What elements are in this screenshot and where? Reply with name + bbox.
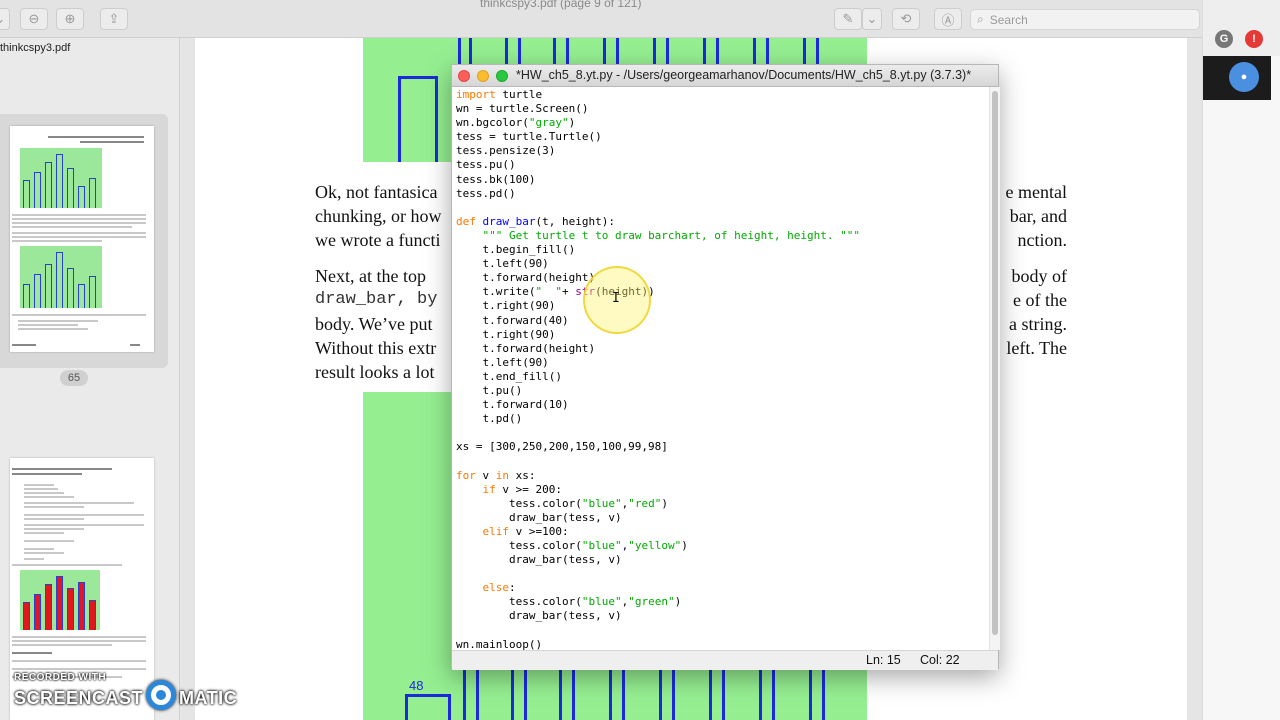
pdf-text-line: result looks a lot [315,362,435,382]
thumbnail-selected-frame[interactable] [0,114,168,368]
pdf-text-line: e mental [1005,182,1067,202]
zoom-in-icon: ⊕ [64,11,76,26]
annotate-button[interactable]: Ⓐ [934,8,962,30]
search-field[interactable]: ⌕ Search [970,9,1200,30]
mini-plot [20,246,102,308]
code-text[interactable]: import turtle wn = turtle.Screen() wn.bg… [456,88,860,650]
zoom-in-button[interactable]: ⊕ [56,8,84,30]
chevron-down-icon: ⌄ [866,11,878,26]
mini-heading [80,141,144,143]
zoom-button[interactable] [496,70,508,82]
minimize-button[interactable] [477,70,489,82]
pdf-text-line: body. We’ve put [315,314,433,334]
rotate-icon: ⟲ [900,11,912,26]
screencast-watermark: RECORDED WITH SCREENCAST MATIC [10,672,237,718]
thumbnail-page [10,126,154,352]
sidebar-toggle-button[interactable]: ⌄ [0,8,10,30]
pdf-text-line: Without this extr [315,338,437,358]
rotate-button[interactable]: ⟲ [892,8,920,30]
text-cursor-icon: I [612,291,620,306]
alert-icon[interactable]: ! [1245,30,1263,48]
document-title: thinkcspy3.pdf (page 9 of 121) [480,0,642,10]
screencast-logo-icon [146,680,177,711]
user-avatar-icon[interactable]: ● [1229,62,1259,92]
pdf-text-line: Next, at the top [315,266,426,286]
screen: ⌄ ⊖ ⊕ ⇪ thinkcspy3.pdf (page 9 of 121) ✎… [0,0,1280,720]
search-placeholder: Search [989,12,1028,27]
close-button[interactable] [458,70,470,82]
sidebar-filename: thinkcspy3.pdf [0,42,71,54]
dark-header: ● [1203,56,1271,100]
markup-button[interactable]: ✎ [834,8,862,30]
mini-plot [20,570,100,630]
profile-avatar[interactable]: G [1215,30,1233,48]
background-browser-window: G ! ● [1202,0,1280,720]
mini-heading [48,136,144,138]
share-button[interactable]: ⇪ [100,8,128,30]
status-column: Col: 22 [920,653,960,667]
pdf-text-line: body of [1011,266,1068,286]
scrollbar-thumb[interactable] [992,91,998,635]
annotate-icon: Ⓐ [941,12,955,28]
pen-icon: ✎ [842,11,854,26]
bar-value-label: 48 [409,678,424,693]
pdf-text-line: draw_bar, by [315,290,438,309]
code-editor[interactable]: import turtle wn = turtle.Screen() wn.bg… [452,87,988,650]
watermark-caption: RECORDED WITH [14,672,107,683]
pdf-text-line: e of the [1013,290,1067,310]
search-icon: ⌕ [977,12,984,26]
window-title: *HW_ch5_8.yt.py - /Users/georgeamarhanov… [516,68,972,82]
preview-toolbar: ⌄ ⊖ ⊕ ⇪ thinkcspy3.pdf (page 9 of 121) ✎… [0,0,1202,38]
pdf-text-line: chunking, or how [315,206,442,226]
idle-editor-window[interactable]: *HW_ch5_8.yt.py - /Users/georgeamarhanov… [451,64,1000,670]
window-titlebar[interactable]: *HW_ch5_8.yt.py - /Users/georgeamarhanov… [452,65,998,87]
pdf-text-line: bar, and [1009,206,1067,226]
status-bar: Ln: 15 Col: 22 [452,650,998,670]
pdf-text-line: nction. [1017,230,1068,250]
markup-menu-button[interactable]: ⌄ [862,8,882,30]
pdf-text-line: left. The [1006,338,1067,358]
page-number-badge: 65 [60,370,88,386]
pdf-text-line: we wrote a functi [315,230,441,250]
chevron-down-icon: ⌄ [0,11,5,27]
vertical-scrollbar[interactable] [989,87,1000,650]
share-icon: ⇪ [108,11,120,26]
watermark-logo-text: SCREENCAST MATIC [14,680,237,711]
mini-plot [20,148,102,208]
pdf-text-line: Ok, not fantasica [315,182,438,202]
zoom-out-icon: ⊖ [28,11,40,26]
browser-toolbar: G ! [1203,0,1280,56]
thumbnail-sidebar: thinkcspy3.pdf 65 [0,38,180,720]
pdf-text-line: a string. [1009,314,1067,334]
zoom-out-button[interactable]: ⊖ [20,8,48,30]
status-line: Ln: 15 [866,653,901,667]
